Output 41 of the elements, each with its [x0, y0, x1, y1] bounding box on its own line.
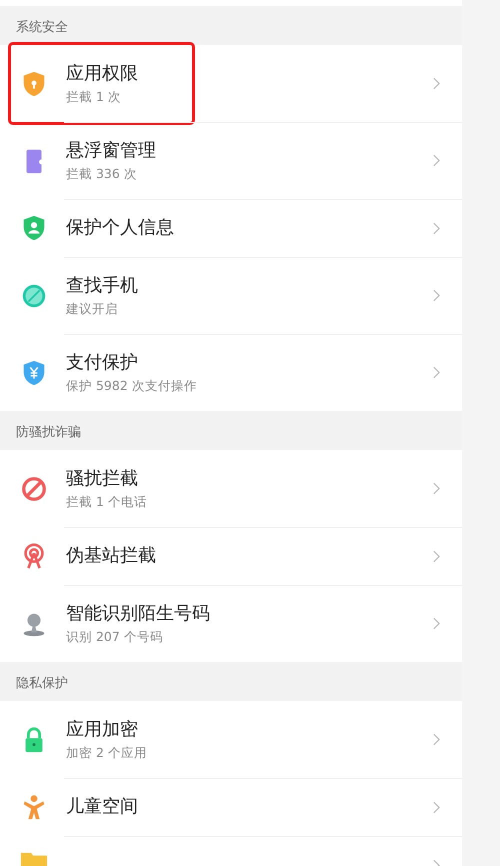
chevron-right-icon: [433, 550, 440, 562]
chevron-right-icon: [433, 617, 440, 630]
settings-row[interactable]: 悬浮窗管理 拦截 336 次: [0, 122, 462, 199]
chevron-right-icon: [433, 154, 440, 167]
row-title: 保护个人信息: [66, 216, 174, 240]
row-title: 支付保护: [66, 350, 138, 374]
chevron-right-icon: [433, 800, 440, 814]
row-title: 应用加密: [66, 718, 138, 742]
settings-row[interactable]: 应用权限 拦截 1 次: [0, 45, 462, 122]
row-subtitle: 拦截 336 次: [66, 164, 137, 182]
row-subtitle: 拦截 1 个电话: [66, 492, 147, 510]
row-title: 应用权限: [66, 62, 138, 86]
settings-row[interactable]: 儿童空间: [0, 778, 462, 836]
row-title: 儿童空间: [66, 795, 138, 819]
row-subtitle: 保护 5982 次支付操作: [66, 376, 197, 394]
row-subtitle: 加密 2 个应用: [66, 744, 147, 762]
row-subtitle: 建议开启: [66, 300, 118, 318]
row-title: 查找手机: [66, 274, 138, 298]
chevron-right-icon: [433, 733, 440, 746]
settings-row[interactable]: 应用加密 加密 2 个应用: [0, 701, 462, 778]
settings-row[interactable]: 骚扰拦截 拦截 1 个电话: [0, 450, 462, 527]
chevron-right-icon: [433, 366, 440, 379]
row-title: 悬浮窗管理: [66, 138, 156, 162]
row-subtitle: 识别 207 个号码: [66, 628, 163, 646]
section-header: 系统安全: [15, 19, 69, 37]
row-title: 智能识别陌生号码: [66, 602, 210, 626]
section-header: 防骚扰诈骗: [15, 424, 82, 442]
row-title: 骚扰拦截: [66, 466, 138, 490]
section-header: 隐私保护: [15, 675, 69, 693]
settings-row[interactable]: 伪基站拦截: [0, 527, 462, 585]
chevron-right-icon: [433, 289, 440, 302]
settings-row[interactable]: 查找手机 建议开启: [0, 257, 462, 334]
settings-row[interactable]: 保护个人信息: [0, 199, 462, 257]
row-title: 伪基站拦截: [66, 544, 156, 568]
chevron-right-icon: [433, 222, 440, 234]
settings-row[interactable]: 支付保护 保护 5982 次支付操作: [0, 334, 462, 411]
row-subtitle: 拦截 1 次: [66, 88, 121, 106]
prohibited-icon: [20, 474, 48, 502]
chevron-right-icon: [433, 482, 440, 495]
settings-row[interactable]: 智能识别陌生号码 识别 207 个号码: [0, 585, 462, 662]
chevron-right-icon: [433, 77, 440, 90]
